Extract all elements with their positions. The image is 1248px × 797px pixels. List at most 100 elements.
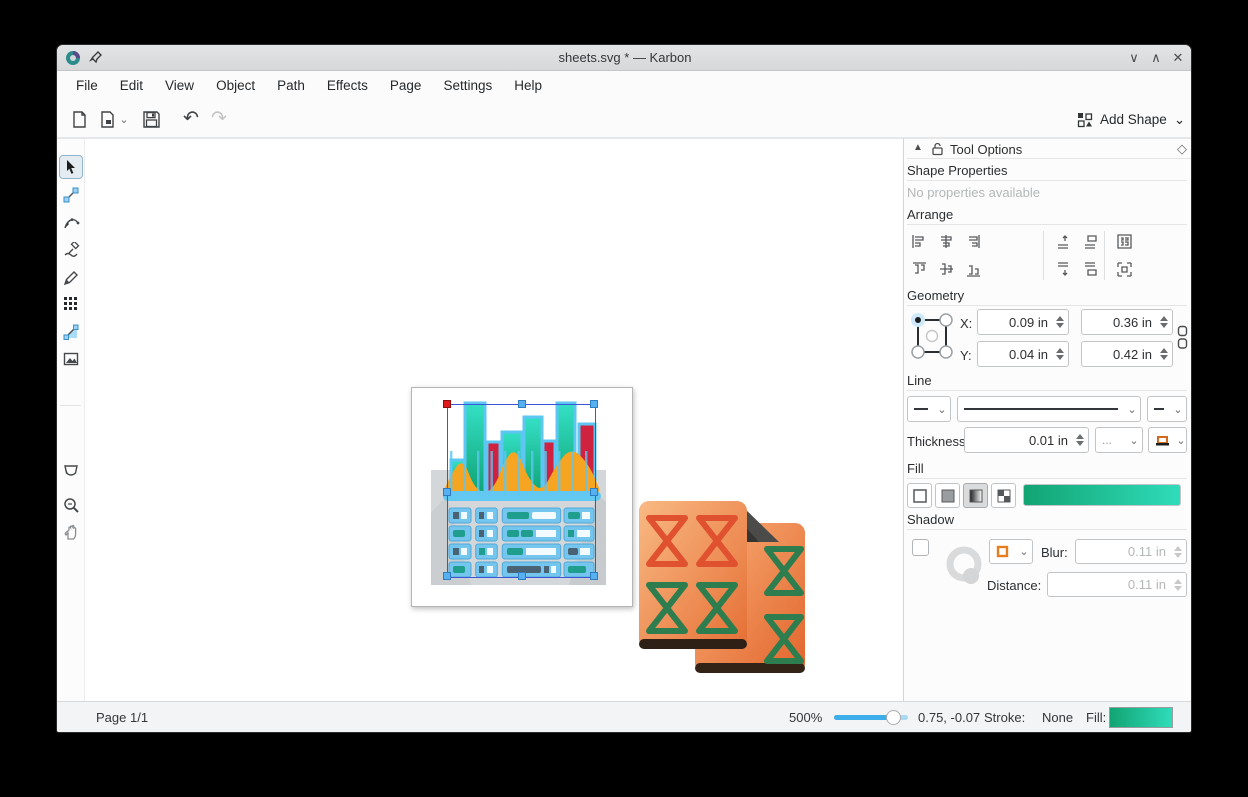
spin-arrows-icon[interactable] xyxy=(1156,310,1172,334)
selection-handle-top-right[interactable] xyxy=(590,400,598,408)
align-center-vertical-icon xyxy=(938,261,955,278)
gradient-tool[interactable] xyxy=(59,320,83,344)
anchor-position-widget[interactable] xyxy=(909,311,955,363)
selection-handle-top-left[interactable] xyxy=(443,400,451,408)
menu-item-view[interactable]: View xyxy=(154,74,205,97)
titlebar[interactable]: sheets.svg * — Karbon ∨ ∧ ✕ xyxy=(57,45,1192,71)
raise-button[interactable] xyxy=(1051,231,1075,252)
docker-lock-icon[interactable] xyxy=(931,142,944,156)
selection-handle-bottom-left[interactable] xyxy=(443,572,451,580)
bring-to-front-button[interactable] xyxy=(1078,231,1102,252)
fill-color-swatch[interactable] xyxy=(1109,707,1173,728)
geometry-title: Geometry xyxy=(907,288,964,303)
open-recent-chevron-icon[interactable]: ⌄ xyxy=(117,107,131,131)
menu-item-path[interactable]: Path xyxy=(266,74,316,97)
x-position-spinbox[interactable]: 0.09 in xyxy=(977,309,1069,335)
lower-button[interactable] xyxy=(1051,259,1075,280)
align-center-horizontal-button[interactable] xyxy=(934,231,958,252)
x-label: X: xyxy=(960,316,972,331)
y-position-spinbox[interactable]: 0.04 in xyxy=(977,341,1069,367)
align-top-button[interactable] xyxy=(907,259,931,280)
zoom-slider-knob[interactable] xyxy=(886,710,901,725)
line-style-combobox[interactable]: ⌄ xyxy=(957,396,1141,422)
menu-item-file[interactable]: File xyxy=(65,74,109,97)
selection-handle-bottom-right[interactable] xyxy=(590,572,598,580)
pencil-tool[interactable] xyxy=(59,265,83,289)
open-document-button[interactable] xyxy=(95,107,119,131)
selection-handle-bottom-middle[interactable] xyxy=(518,572,526,580)
align-center-vertical-button[interactable] xyxy=(934,259,958,280)
docker-collapse-icon[interactable]: ▲ xyxy=(913,142,923,153)
distribute-button[interactable] xyxy=(1112,231,1136,252)
artistic-shape-tool[interactable] xyxy=(59,459,83,483)
chevron-down-icon: ⌄ xyxy=(1170,403,1186,416)
marker-combobox[interactable]: ⌄ xyxy=(1148,427,1187,453)
bring-to-front-icon xyxy=(1082,233,1099,250)
fill-gradient-preview[interactable] xyxy=(1023,484,1181,506)
fill-none-button[interactable] xyxy=(907,483,932,508)
cursor-coordinates: 0.75, -0.07 xyxy=(918,710,980,725)
calligraphy-tool[interactable] xyxy=(59,238,83,262)
maximize-button[interactable]: ∧ xyxy=(1147,50,1165,66)
selection-handle-middle-left[interactable] xyxy=(443,488,451,496)
shadow-distance-spinbox: 0.11 in xyxy=(1047,572,1187,597)
selection-handle-middle-right[interactable] xyxy=(590,488,598,496)
arrange-title: Arrange xyxy=(907,207,953,222)
thickness-spinbox[interactable]: 0.01 in xyxy=(964,427,1089,453)
pattern-tool[interactable] xyxy=(59,292,83,316)
shadow-enable-checkbox[interactable] xyxy=(912,539,929,556)
menubar: FileEditViewObjectPathEffectsPageSetting… xyxy=(57,71,1192,99)
fill-pattern-button[interactable] xyxy=(991,483,1016,508)
raise-icon xyxy=(1055,233,1072,250)
spin-arrows-icon[interactable] xyxy=(1052,310,1068,334)
zoom-tool[interactable] xyxy=(59,493,83,517)
selection-rectangle[interactable] xyxy=(447,404,596,578)
sheets-copy-graphic[interactable] xyxy=(639,501,805,673)
menu-item-settings[interactable]: Settings xyxy=(432,74,503,97)
zoom-slider[interactable] xyxy=(834,715,908,720)
add-shape-button[interactable]: Add Shape ⌄ xyxy=(1071,107,1191,132)
line-cap-combobox[interactable]: ⌄ xyxy=(907,396,951,422)
height-spinbox[interactable]: 0.42 in xyxy=(1081,341,1173,367)
dash-pattern-combobox[interactable]: ...⌄ xyxy=(1095,427,1143,453)
minimize-button[interactable]: ∨ xyxy=(1125,50,1143,66)
save-button[interactable] xyxy=(139,107,163,131)
close-button[interactable]: ✕ xyxy=(1169,50,1187,66)
menu-item-edit[interactable]: Edit xyxy=(109,74,154,97)
new-document-button[interactable] xyxy=(67,107,91,131)
fill-gradient-button[interactable] xyxy=(963,483,988,508)
distance-label: Distance: xyxy=(987,578,1041,593)
send-to-back-button[interactable] xyxy=(1078,259,1102,280)
statusbar: Page 1/1 500% 0.75, -0.07 Stroke: None F… xyxy=(57,701,1192,733)
align-bottom-icon xyxy=(965,261,982,278)
align-right-button[interactable] xyxy=(961,231,985,252)
menu-item-object[interactable]: Object xyxy=(205,74,266,97)
align-left-button[interactable] xyxy=(907,231,931,252)
menu-item-effects[interactable]: Effects xyxy=(316,74,379,97)
menu-item-help[interactable]: Help xyxy=(503,74,553,97)
group-button[interactable] xyxy=(1112,259,1136,280)
spin-arrows-icon[interactable] xyxy=(1052,342,1068,366)
shadow-color-combobox[interactable]: ⌄ xyxy=(989,539,1033,564)
docker-float-icon[interactable]: ◇ xyxy=(1177,141,1187,157)
canvas[interactable]: ⌄ ‹ › xyxy=(85,138,903,701)
edit-shapes-tool[interactable] xyxy=(59,183,83,207)
bezier-curve-tool[interactable] xyxy=(59,210,83,234)
spin-arrows-icon[interactable] xyxy=(1072,428,1088,452)
width-spinbox[interactable]: 0.36 in xyxy=(1081,309,1173,335)
undo-icon[interactable]: ↶ xyxy=(179,107,203,131)
send-to-back-icon xyxy=(1082,261,1099,278)
selection-handle-top-middle[interactable] xyxy=(518,400,526,408)
line-join-combobox[interactable]: ⌄ xyxy=(1147,396,1187,422)
select-tool[interactable] xyxy=(59,155,83,179)
align-bottom-button[interactable] xyxy=(961,259,985,280)
stroke-value: None xyxy=(1042,710,1073,725)
aspect-ratio-link-icon[interactable] xyxy=(1177,325,1188,351)
pan-tool[interactable] xyxy=(59,520,83,544)
menu-item-page[interactable]: Page xyxy=(379,74,433,97)
image-pattern-tool[interactable] xyxy=(59,347,83,371)
spin-arrows-icon[interactable] xyxy=(1156,342,1172,366)
shadow-angle-dial[interactable] xyxy=(943,544,987,588)
main-toolbar: ⌄ ↶ ↷ Add Shape ⌄ xyxy=(57,99,1192,138)
fill-solid-button[interactable] xyxy=(935,483,960,508)
